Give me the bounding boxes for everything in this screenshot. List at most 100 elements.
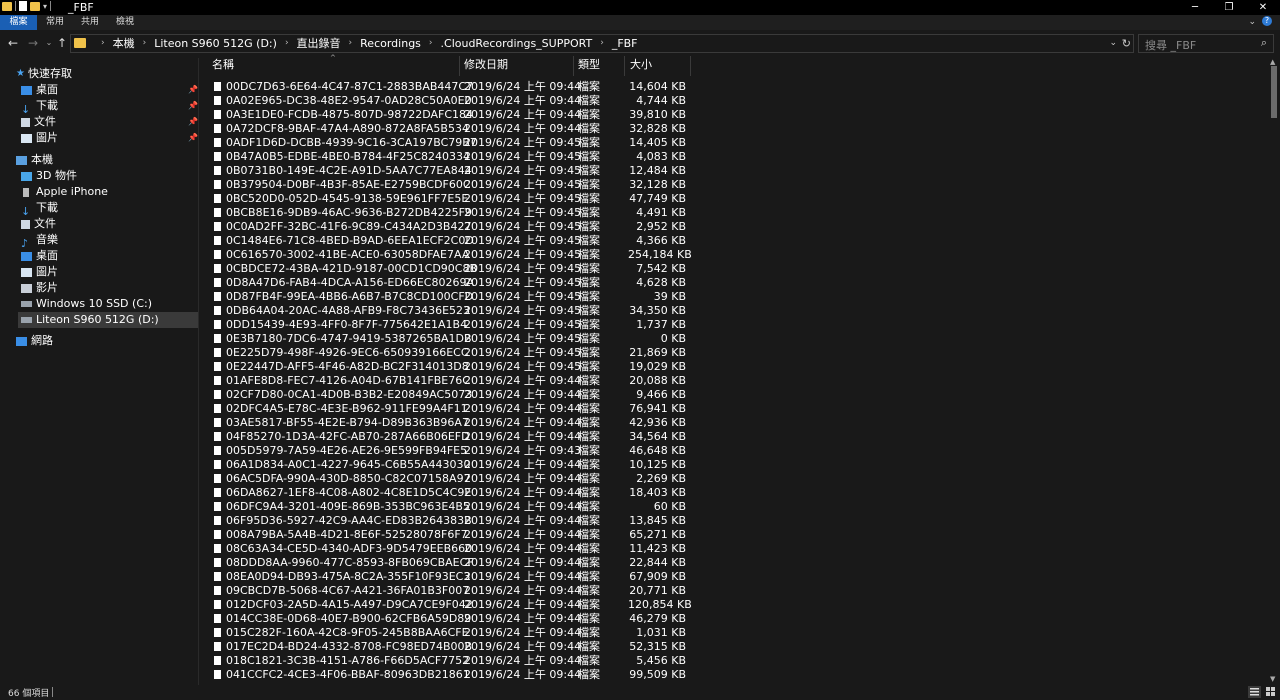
- tab-home[interactable]: 常用: [38, 15, 72, 30]
- file-row[interactable]: 0BC520D0-052D-4545-9138-59E961FF7E5E 2019…: [200, 192, 690, 206]
- scroll-down-icon[interactable]: ▼: [1270, 675, 1275, 683]
- file-row[interactable]: 008A79BA-5A4B-4D21-8E6F-52528078F6F7 2019…: [200, 528, 690, 542]
- nav-quick-access[interactable]: ★ 快速存取: [16, 66, 72, 82]
- file-row[interactable]: 03AE5817-BF55-4E2E-B794-D89B363B96A7 2019…: [200, 416, 690, 430]
- expand-ribbon-icon[interactable]: ⌄: [1248, 15, 1256, 30]
- tab-view[interactable]: 檢視: [108, 15, 142, 30]
- customize-toolbar-icon[interactable]: ▾: [43, 2, 47, 11]
- file-row[interactable]: 06AC5DFA-990A-430D-8850-C82C07158A97 2019…: [200, 472, 690, 486]
- pane-divider[interactable]: [198, 58, 199, 685]
- chevron-right-icon[interactable]: ›: [600, 35, 604, 52]
- file-row[interactable]: 08EA0D94-DB93-475A-8C2A-355F10F93EC3 2019…: [200, 570, 690, 584]
- file-row[interactable]: 09CBCD7B-5068-4C67-A421-36FA01B3F007 2019…: [200, 584, 690, 598]
- address-bar[interactable]: › 本機 › Liteon S960 512G (D:) › 直出錄音 › Re…: [70, 34, 1134, 53]
- nav-this-pc[interactable]: 本機: [16, 152, 53, 168]
- nav-drive-c[interactable]: Windows 10 SSD (C:): [21, 296, 152, 312]
- file-row[interactable]: 0A3E1DE0-FCDB-4875-807D-98722DAFC184 2019…: [200, 108, 690, 122]
- file-row[interactable]: 06DFC9A4-3201-409E-869B-353BC963E4B5 2019…: [200, 500, 690, 514]
- help-icon[interactable]: ?: [1262, 16, 1272, 26]
- file-row[interactable]: 0DB64A04-20AC-4A88-AFB9-F8C73436E523 2019…: [200, 304, 690, 318]
- file-row[interactable]: 06A1D834-A0C1-4227-9645-C6B55A443030 2019…: [200, 458, 690, 472]
- file-row[interactable]: 005D5979-7A59-4E26-AE26-9E599FB94FE5 2019…: [200, 444, 690, 458]
- breadcrumb-this-pc[interactable]: 本機: [113, 35, 135, 52]
- file-row[interactable]: 0C0AD2FF-32BC-41F6-9C89-C434A2D3B427 2019…: [200, 220, 690, 234]
- file-row[interactable]: 0D87FB4F-99EA-4BB6-A6B7-B7C8CD100CFD 2019…: [200, 290, 690, 304]
- file-row[interactable]: 0ADF1D6D-DCBB-4939-9C16-3CA197BC79B7 2019…: [200, 136, 690, 150]
- column-divider[interactable]: [459, 56, 460, 76]
- pin-icon[interactable]: 📌: [188, 130, 198, 146]
- chevron-right-icon[interactable]: ›: [349, 35, 353, 52]
- vertical-scrollbar[interactable]: ▲ ▼: [1268, 56, 1280, 685]
- maximize-button[interactable]: ❐: [1212, 0, 1246, 15]
- chevron-right-icon[interactable]: ›: [285, 35, 289, 52]
- properties-icon[interactable]: [19, 1, 27, 11]
- file-row[interactable]: 0B0731B0-149E-4C2E-A91D-5AA7C77EA844 2019…: [200, 164, 690, 178]
- file-row[interactable]: 01AFE8D8-FEC7-4126-A04D-67B141FBE76C 2019…: [200, 374, 690, 388]
- file-row[interactable]: 06F95D36-5927-42C9-AA4C-ED83B264383B 2019…: [200, 514, 690, 528]
- file-row[interactable]: 0C1484E6-71C8-4BED-B9AD-6EEA1ECF2C0D 2019…: [200, 234, 690, 248]
- pin-icon[interactable]: 📌: [188, 98, 198, 114]
- breadcrumb-direct-recordings[interactable]: 直出錄音: [297, 35, 341, 52]
- file-row[interactable]: 0DD15439-4E93-4FF0-8F7F-775642E1A1B4 2019…: [200, 318, 690, 332]
- column-header-name[interactable]: 名稱: [212, 56, 234, 74]
- nav-videos[interactable]: 影片: [21, 280, 58, 296]
- file-row[interactable]: 04F85270-1D3A-42FC-AB70-287A66B06EFD 2019…: [200, 430, 690, 444]
- file-row[interactable]: 08C63A34-CE5D-4340-ADF3-9D5479EEB660 2019…: [200, 542, 690, 556]
- nav-network[interactable]: 網路: [16, 333, 53, 349]
- scrollbar-thumb[interactable]: [1271, 66, 1277, 118]
- file-row[interactable]: 0A02E965-DC38-48E2-9547-0AD28C50A0E0 2019…: [200, 94, 690, 108]
- column-header-date[interactable]: 修改日期: [464, 56, 508, 74]
- nav-documents[interactable]: 文件: [21, 216, 56, 232]
- file-row[interactable]: 018C1821-3C3B-4151-A786-F66D5ACF7752 2019…: [200, 654, 690, 668]
- file-row[interactable]: 0CBDCE72-43BA-421D-9187-00CD1CD90C8B 2019…: [200, 262, 690, 276]
- file-row[interactable]: 06DA8627-1EF8-4C08-A802-4C8E1D5C4C9E 2019…: [200, 486, 690, 500]
- address-dropdown-icon[interactable]: ⌄: [1109, 35, 1117, 52]
- file-row[interactable]: 015C282F-160A-42C8-9F05-245B8BAA6CFE 2019…: [200, 626, 690, 640]
- file-row[interactable]: 08DDD8AA-9960-477C-8593-8FB069CBAECF 2019…: [200, 556, 690, 570]
- pin-icon[interactable]: 📌: [188, 114, 198, 130]
- minimize-button[interactable]: ─: [1178, 0, 1212, 15]
- file-row[interactable]: 0E225D79-498F-4926-9EC6-650939166ECC 2019…: [200, 346, 690, 360]
- tab-share[interactable]: 共用: [73, 15, 107, 30]
- column-divider[interactable]: [624, 56, 625, 76]
- chevron-right-icon[interactable]: ›: [143, 35, 147, 52]
- nav-quick-pictures[interactable]: 圖片 📌: [21, 130, 198, 146]
- nav-desktop[interactable]: 桌面: [21, 248, 58, 264]
- details-view-icon[interactable]: [1248, 686, 1261, 698]
- file-row[interactable]: 012DCF03-2A5D-4A15-A497-D9CA7CE9F042 2019…: [200, 598, 692, 612]
- nav-quick-downloads[interactable]: ↓ 下載 📌: [21, 98, 198, 116]
- nav-quick-desktop[interactable]: 桌面 📌: [21, 82, 198, 98]
- search-input[interactable]: 搜尋 _FBF ⌕: [1138, 34, 1274, 53]
- file-row[interactable]: 0C616570-3002-41BE-ACE0-63058DFAE7AA 2019…: [200, 248, 692, 262]
- file-row[interactable]: 0D8A47D6-FAB4-4DCA-A156-ED66EC80269A 2019…: [200, 276, 690, 290]
- file-row[interactable]: 0B47A0B5-EDBE-4BE0-B784-4F25C8240334 2019…: [200, 150, 690, 164]
- forward-button[interactable]: →: [25, 35, 41, 51]
- nav-music[interactable]: ♪ 音樂: [21, 232, 58, 250]
- file-row[interactable]: 017EC2D4-BD24-4332-8708-FC98ED74B00B 2019…: [200, 640, 690, 654]
- nav-pictures[interactable]: 圖片: [21, 264, 58, 280]
- breadcrumb-recordings[interactable]: Recordings: [360, 35, 421, 52]
- up-button[interactable]: ↑: [54, 35, 70, 51]
- file-row[interactable]: 014CC38E-0D68-40E7-B900-62CFB6A59D89 2019…: [200, 612, 690, 626]
- back-button[interactable]: ←: [5, 35, 21, 51]
- chevron-right-icon[interactable]: ›: [101, 35, 105, 52]
- nav-3d-objects[interactable]: 3D 物件: [21, 168, 77, 184]
- breadcrumb-fbf[interactable]: _FBF: [612, 35, 638, 52]
- column-divider[interactable]: [690, 56, 691, 76]
- scroll-up-icon[interactable]: ▲: [1270, 58, 1275, 66]
- chevron-right-icon[interactable]: ›: [429, 35, 433, 52]
- file-row[interactable]: 0B379504-D0BF-4B3F-85AE-E2759BCDF60C 2019…: [200, 178, 690, 192]
- file-row[interactable]: 0A72DCF8-9BAF-47A4-A890-872A8FA5B534 2019…: [200, 122, 690, 136]
- nav-apple-iphone[interactable]: Apple iPhone: [21, 184, 108, 200]
- file-row[interactable]: 02CF7D80-0CA1-4D0B-B3B2-E20849AC5073 2019…: [200, 388, 690, 402]
- breadcrumb-drive-d[interactable]: Liteon S960 512G (D:): [154, 35, 277, 52]
- pin-icon[interactable]: 📌: [188, 82, 198, 98]
- column-header-size[interactable]: 大小: [630, 56, 652, 74]
- nav-downloads[interactable]: ↓ 下載: [21, 200, 58, 218]
- nav-quick-documents[interactable]: 文件 📌: [21, 114, 198, 130]
- file-row[interactable]: 00DC7D63-6E64-4C47-87C1-2883BAB447C7 2019…: [200, 80, 690, 94]
- file-row[interactable]: 0E3B7180-7DC6-4747-9419-5387265BA1DB 2019…: [200, 332, 690, 346]
- new-folder-icon[interactable]: [30, 1, 40, 11]
- close-button[interactable]: ✕: [1246, 0, 1280, 15]
- file-row[interactable]: 0E22447D-AFF5-4F46-A82D-BC2F314013D8 2019…: [200, 360, 690, 374]
